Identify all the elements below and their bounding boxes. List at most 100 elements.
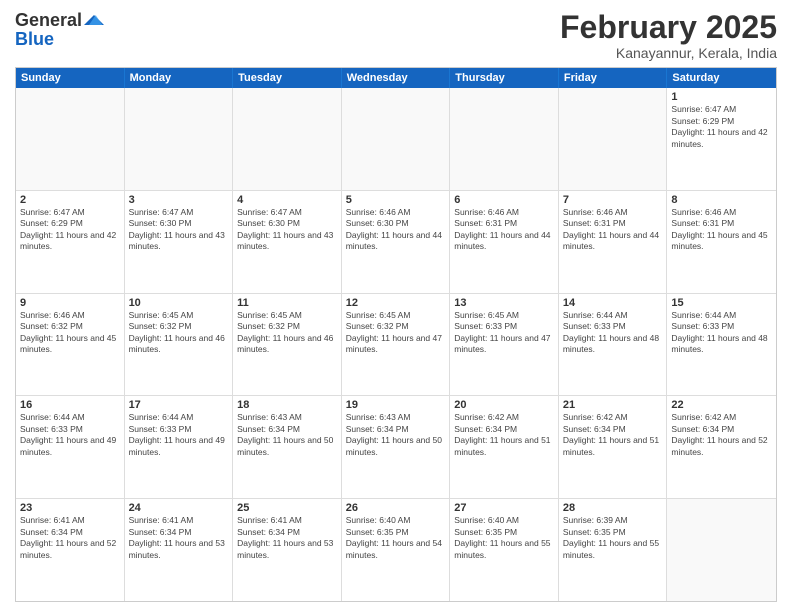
day-info: Sunrise: 6:46 AM Sunset: 6:32 PM Dayligh… bbox=[20, 310, 120, 356]
calendar-cell: 23Sunrise: 6:41 AM Sunset: 6:34 PM Dayli… bbox=[16, 499, 125, 601]
calendar-cell: 20Sunrise: 6:42 AM Sunset: 6:34 PM Dayli… bbox=[450, 396, 559, 498]
calendar-cell: 6Sunrise: 6:46 AM Sunset: 6:31 PM Daylig… bbox=[450, 191, 559, 293]
logo-text-blue: Blue bbox=[15, 30, 54, 48]
day-number: 19 bbox=[346, 399, 446, 411]
day-info: Sunrise: 6:46 AM Sunset: 6:31 PM Dayligh… bbox=[671, 207, 772, 253]
logo-text-general: General bbox=[15, 11, 82, 29]
calendar-row-4: 16Sunrise: 6:44 AM Sunset: 6:33 PM Dayli… bbox=[16, 396, 776, 499]
calendar-cell bbox=[559, 88, 668, 190]
day-info: Sunrise: 6:42 AM Sunset: 6:34 PM Dayligh… bbox=[563, 412, 663, 458]
day-info: Sunrise: 6:41 AM Sunset: 6:34 PM Dayligh… bbox=[129, 515, 229, 561]
calendar-cell: 16Sunrise: 6:44 AM Sunset: 6:33 PM Dayli… bbox=[16, 396, 125, 498]
day-info: Sunrise: 6:44 AM Sunset: 6:33 PM Dayligh… bbox=[563, 310, 663, 356]
day-number: 10 bbox=[129, 297, 229, 309]
day-info: Sunrise: 6:44 AM Sunset: 6:33 PM Dayligh… bbox=[129, 412, 229, 458]
day-info: Sunrise: 6:44 AM Sunset: 6:33 PM Dayligh… bbox=[20, 412, 120, 458]
calendar-cell: 25Sunrise: 6:41 AM Sunset: 6:34 PM Dayli… bbox=[233, 499, 342, 601]
calendar-cell: 21Sunrise: 6:42 AM Sunset: 6:34 PM Dayli… bbox=[559, 396, 668, 498]
day-number: 16 bbox=[20, 399, 120, 411]
day-info: Sunrise: 6:47 AM Sunset: 6:30 PM Dayligh… bbox=[129, 207, 229, 253]
day-number: 11 bbox=[237, 297, 337, 309]
day-number: 20 bbox=[454, 399, 554, 411]
calendar-cell: 7Sunrise: 6:46 AM Sunset: 6:31 PM Daylig… bbox=[559, 191, 668, 293]
day-info: Sunrise: 6:40 AM Sunset: 6:35 PM Dayligh… bbox=[346, 515, 446, 561]
day-number: 6 bbox=[454, 194, 554, 206]
calendar-cell: 11Sunrise: 6:45 AM Sunset: 6:32 PM Dayli… bbox=[233, 294, 342, 396]
calendar-cell: 1Sunrise: 6:47 AM Sunset: 6:29 PM Daylig… bbox=[667, 88, 776, 190]
calendar-cell: 5Sunrise: 6:46 AM Sunset: 6:30 PM Daylig… bbox=[342, 191, 451, 293]
month-title: February 2025 bbox=[560, 10, 777, 45]
day-number: 15 bbox=[671, 297, 772, 309]
day-number: 18 bbox=[237, 399, 337, 411]
day-number: 4 bbox=[237, 194, 337, 206]
calendar-cell bbox=[342, 88, 451, 190]
calendar-cell bbox=[667, 499, 776, 601]
calendar-row-3: 9Sunrise: 6:46 AM Sunset: 6:32 PM Daylig… bbox=[16, 294, 776, 397]
day-info: Sunrise: 6:42 AM Sunset: 6:34 PM Dayligh… bbox=[454, 412, 554, 458]
calendar-cell: 27Sunrise: 6:40 AM Sunset: 6:35 PM Dayli… bbox=[450, 499, 559, 601]
logo-icon bbox=[84, 10, 104, 30]
day-info: Sunrise: 6:47 AM Sunset: 6:29 PM Dayligh… bbox=[20, 207, 120, 253]
header-wednesday: Wednesday bbox=[342, 68, 451, 88]
day-info: Sunrise: 6:41 AM Sunset: 6:34 PM Dayligh… bbox=[237, 515, 337, 561]
calendar-cell: 3Sunrise: 6:47 AM Sunset: 6:30 PM Daylig… bbox=[125, 191, 234, 293]
day-info: Sunrise: 6:47 AM Sunset: 6:30 PM Dayligh… bbox=[237, 207, 337, 253]
day-number: 8 bbox=[671, 194, 772, 206]
day-info: Sunrise: 6:45 AM Sunset: 6:32 PM Dayligh… bbox=[237, 310, 337, 356]
header-monday: Monday bbox=[125, 68, 234, 88]
day-info: Sunrise: 6:46 AM Sunset: 6:31 PM Dayligh… bbox=[454, 207, 554, 253]
day-number: 21 bbox=[563, 399, 663, 411]
calendar-cell: 22Sunrise: 6:42 AM Sunset: 6:34 PM Dayli… bbox=[667, 396, 776, 498]
day-number: 22 bbox=[671, 399, 772, 411]
day-info: Sunrise: 6:46 AM Sunset: 6:31 PM Dayligh… bbox=[563, 207, 663, 253]
day-number: 1 bbox=[671, 91, 772, 103]
day-info: Sunrise: 6:44 AM Sunset: 6:33 PM Dayligh… bbox=[671, 310, 772, 356]
title-area: February 2025 Kanayannur, Kerala, India bbox=[560, 10, 777, 61]
day-info: Sunrise: 6:45 AM Sunset: 6:32 PM Dayligh… bbox=[346, 310, 446, 356]
day-info: Sunrise: 6:43 AM Sunset: 6:34 PM Dayligh… bbox=[237, 412, 337, 458]
calendar-cell bbox=[233, 88, 342, 190]
day-info: Sunrise: 6:40 AM Sunset: 6:35 PM Dayligh… bbox=[454, 515, 554, 561]
day-number: 2 bbox=[20, 194, 120, 206]
day-number: 27 bbox=[454, 502, 554, 514]
day-number: 9 bbox=[20, 297, 120, 309]
calendar-cell bbox=[16, 88, 125, 190]
calendar-cell: 24Sunrise: 6:41 AM Sunset: 6:34 PM Dayli… bbox=[125, 499, 234, 601]
day-info: Sunrise: 6:45 AM Sunset: 6:33 PM Dayligh… bbox=[454, 310, 554, 356]
day-number: 25 bbox=[237, 502, 337, 514]
day-info: Sunrise: 6:47 AM Sunset: 6:29 PM Dayligh… bbox=[671, 104, 772, 150]
calendar-cell: 13Sunrise: 6:45 AM Sunset: 6:33 PM Dayli… bbox=[450, 294, 559, 396]
calendar-cell: 15Sunrise: 6:44 AM Sunset: 6:33 PM Dayli… bbox=[667, 294, 776, 396]
calendar-cell: 4Sunrise: 6:47 AM Sunset: 6:30 PM Daylig… bbox=[233, 191, 342, 293]
day-number: 14 bbox=[563, 297, 663, 309]
day-number: 17 bbox=[129, 399, 229, 411]
calendar-cell: 2Sunrise: 6:47 AM Sunset: 6:29 PM Daylig… bbox=[16, 191, 125, 293]
day-number: 28 bbox=[563, 502, 663, 514]
page: General Blue February 2025 Kanayannur, K… bbox=[0, 0, 792, 612]
calendar-cell: 26Sunrise: 6:40 AM Sunset: 6:35 PM Dayli… bbox=[342, 499, 451, 601]
calendar-cell: 9Sunrise: 6:46 AM Sunset: 6:32 PM Daylig… bbox=[16, 294, 125, 396]
day-number: 26 bbox=[346, 502, 446, 514]
day-info: Sunrise: 6:41 AM Sunset: 6:34 PM Dayligh… bbox=[20, 515, 120, 561]
location-subtitle: Kanayannur, Kerala, India bbox=[560, 45, 777, 61]
day-number: 12 bbox=[346, 297, 446, 309]
day-info: Sunrise: 6:46 AM Sunset: 6:30 PM Dayligh… bbox=[346, 207, 446, 253]
header: General Blue February 2025 Kanayannur, K… bbox=[15, 10, 777, 61]
calendar-body: 1Sunrise: 6:47 AM Sunset: 6:29 PM Daylig… bbox=[16, 88, 776, 601]
header-saturday: Saturday bbox=[667, 68, 776, 88]
calendar-row-1: 1Sunrise: 6:47 AM Sunset: 6:29 PM Daylig… bbox=[16, 88, 776, 191]
header-friday: Friday bbox=[559, 68, 668, 88]
day-info: Sunrise: 6:39 AM Sunset: 6:35 PM Dayligh… bbox=[563, 515, 663, 561]
calendar-header: Sunday Monday Tuesday Wednesday Thursday… bbox=[16, 68, 776, 88]
calendar-row-5: 23Sunrise: 6:41 AM Sunset: 6:34 PM Dayli… bbox=[16, 499, 776, 601]
day-info: Sunrise: 6:42 AM Sunset: 6:34 PM Dayligh… bbox=[671, 412, 772, 458]
day-info: Sunrise: 6:45 AM Sunset: 6:32 PM Dayligh… bbox=[129, 310, 229, 356]
calendar-cell: 28Sunrise: 6:39 AM Sunset: 6:35 PM Dayli… bbox=[559, 499, 668, 601]
header-sunday: Sunday bbox=[16, 68, 125, 88]
calendar-cell: 18Sunrise: 6:43 AM Sunset: 6:34 PM Dayli… bbox=[233, 396, 342, 498]
header-thursday: Thursday bbox=[450, 68, 559, 88]
logo: General Blue bbox=[15, 10, 104, 48]
day-number: 3 bbox=[129, 194, 229, 206]
calendar-cell: 8Sunrise: 6:46 AM Sunset: 6:31 PM Daylig… bbox=[667, 191, 776, 293]
header-tuesday: Tuesday bbox=[233, 68, 342, 88]
